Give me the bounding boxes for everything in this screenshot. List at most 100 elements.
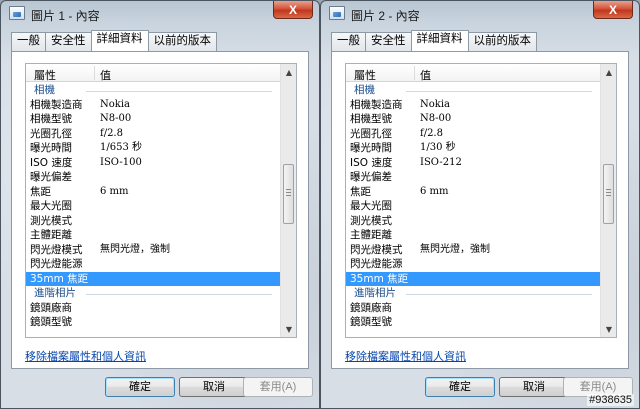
property-value: 無閃光燈，強制 — [420, 243, 490, 255]
property-row[interactable]: 曝光偏差 — [26, 170, 280, 185]
tab-details[interactable]: 詳細資料 — [90, 30, 149, 51]
column-header-property[interactable]: 屬性 — [34, 67, 56, 83]
properties-window-1: 圖片 1 - 內容 X 一般 安全性 詳細資料 以前的版本 屬性 值 相機相機製… — [0, 0, 320, 409]
property-list[interactable]: 屬性 值 相機相機製造商 Nokia 相機型號 N8-00 光圈孔徑 f/2.8 曝光時間 1… — [25, 63, 297, 338]
property-name: 鏡頭型號 — [350, 316, 392, 328]
tab-security[interactable]: 安全性 — [45, 32, 92, 51]
tab-previous-versions[interactable]: 以前的版本 — [147, 32, 217, 51]
title-bar[interactable]: 圖片 2 - 內容 X — [321, 1, 639, 27]
property-name: 閃光燈能源 — [30, 258, 83, 270]
scroll-down-arrow-icon[interactable]: ▼ — [281, 321, 296, 337]
list-header: 屬性 值 — [346, 64, 600, 82]
ok-button[interactable]: 確定 — [425, 377, 495, 397]
property-row[interactable]: 最大光圈 — [26, 199, 280, 214]
image-file-icon — [329, 6, 345, 20]
property-row[interactable]: ISO 速度 ISO-100 — [26, 156, 280, 171]
property-name: 35mm 焦距 — [30, 272, 89, 285]
property-row[interactable]: 最大光圈 — [346, 199, 600, 214]
property-name: 相機製造商 — [30, 98, 83, 111]
property-name: 閃光燈能源 — [350, 258, 403, 270]
property-row[interactable]: 鏡頭廠商 — [346, 301, 600, 316]
properties-window-2: 圖片 2 - 內容 X 一般 安全性 詳細資料 以前的版本 屬性 值 相機 相機製… — [320, 0, 640, 409]
property-row[interactable]: 相機型號 N8-00 — [26, 112, 280, 127]
close-button[interactable]: X — [593, 1, 633, 19]
property-row[interactable]: 鏡頭型號 — [26, 315, 280, 330]
property-rows: 相機相機製造商 Nokia 相機型號 N8-00 光圈孔徑 f/2.8 曝光時間 1/653 … — [26, 83, 280, 337]
property-name: 相機型號 — [30, 113, 72, 125]
property-row[interactable]: 焦距 6 mm — [26, 185, 280, 200]
property-row[interactable]: 主體距離 — [26, 228, 280, 243]
property-row[interactable]: 閃光燈模式 無閃光燈，強制 — [346, 243, 600, 258]
ok-button[interactable]: 確定 — [105, 377, 175, 397]
cancel-button[interactable]: 取消 — [499, 377, 569, 397]
scroll-thumb[interactable] — [603, 164, 614, 224]
vertical-scrollbar[interactable]: ▲ ▼ — [600, 64, 616, 337]
property-row[interactable]: 鏡頭廠商 — [26, 301, 280, 316]
property-name: 最大光圈 — [350, 200, 392, 212]
property-name: 焦距 — [350, 185, 371, 198]
property-list[interactable]: 屬性 值 相機 相機製造商 Nokia 相機型號 N8-00 光圈孔徑 f/2.8 曝光時間 1… — [345, 63, 617, 338]
column-header-value[interactable]: 值 — [100, 67, 111, 83]
scroll-up-arrow-icon[interactable]: ▲ — [281, 64, 296, 80]
property-group-header[interactable]: 進階相片 — [346, 286, 600, 301]
property-row[interactable]: 主體距離 — [346, 228, 600, 243]
window-title: 圖片 2 - 內容 — [351, 9, 420, 23]
tab-general[interactable]: 一般 — [331, 32, 366, 51]
column-header-property[interactable]: 屬性 — [354, 67, 376, 83]
property-row[interactable]: ISO 速度 ISO-212 — [346, 156, 600, 171]
vertical-scrollbar[interactable]: ▲ ▼ — [280, 64, 296, 337]
property-group-header[interactable]: 進階相片 — [26, 286, 280, 301]
property-name: 曝光偏差 — [350, 171, 392, 183]
property-name: 測光模式 — [350, 214, 392, 227]
remove-properties-link[interactable]: 移除檔案屬性和個人資訊 — [345, 348, 466, 364]
property-row[interactable]: 焦距 6 mm — [346, 185, 600, 200]
title-bar[interactable]: 圖片 1 - 內容 X — [1, 1, 319, 27]
property-row[interactable]: 相機製造商 Nokia — [346, 98, 600, 113]
scroll-thumb[interactable] — [283, 164, 294, 224]
property-value: ISO-100 — [100, 156, 142, 168]
property-row[interactable]: 測光模式 — [26, 214, 280, 229]
details-panel: 屬性 值 相機相機製造商 Nokia 相機型號 N8-00 光圈孔徑 f/2.8 曝光時間 1… — [11, 51, 309, 369]
scroll-up-arrow-icon[interactable]: ▲ — [601, 64, 616, 80]
property-name: 曝光偏差 — [30, 171, 72, 183]
property-row[interactable]: 35mm 焦距 — [26, 271, 280, 286]
property-group-header[interactable]: 相機 — [346, 83, 600, 98]
property-name: 閃光燈模式 — [350, 243, 403, 256]
property-name: 相機 — [34, 84, 55, 96]
scroll-down-arrow-icon[interactable]: ▼ — [601, 321, 616, 337]
tab-details[interactable]: 詳細資料 — [410, 30, 469, 51]
remove-properties-link[interactable]: 移除檔案屬性和個人資訊 — [25, 348, 146, 364]
property-name: 閃光燈模式 — [30, 243, 83, 256]
property-row[interactable]: 相機製造商 Nokia — [26, 98, 280, 113]
cancel-button[interactable]: 取消 — [179, 377, 249, 397]
tab-general[interactable]: 一般 — [11, 32, 46, 51]
property-row[interactable]: 曝光時間 1/30 秒 — [346, 141, 600, 156]
property-row[interactable]: 35mm 焦距 — [346, 271, 600, 286]
property-name: 曝光時間 — [30, 142, 72, 154]
property-name: 進階相片 — [354, 287, 396, 299]
property-name: 35mm 焦距 — [350, 272, 409, 285]
property-row[interactable]: 閃光燈能源 — [26, 257, 280, 272]
property-row[interactable]: 閃光燈能源 — [346, 257, 600, 272]
property-name: 測光模式 — [30, 214, 72, 227]
property-row[interactable]: 光圈孔徑 f/2.8 — [346, 127, 600, 142]
property-row[interactable]: 曝光偏差 — [346, 170, 600, 185]
property-row[interactable]: 曝光時間 1/653 秒 — [26, 141, 280, 156]
column-header-value[interactable]: 值 — [420, 67, 431, 83]
apply-button[interactable]: 套用(A) — [243, 377, 313, 397]
property-value: f/2.8 — [420, 127, 443, 139]
property-row[interactable]: 鏡頭型號 — [346, 315, 600, 330]
property-row[interactable]: 閃光燈模式 無閃光燈，強制 — [26, 243, 280, 258]
property-value: 6 mm — [100, 185, 129, 197]
property-value: 1/653 秒 — [100, 142, 142, 153]
tab-previous-versions[interactable]: 以前的版本 — [467, 32, 537, 51]
property-row[interactable]: 測光模式 — [346, 214, 600, 229]
property-name: 主體距離 — [350, 229, 392, 241]
property-name: 光圈孔徑 — [350, 127, 392, 140]
tab-security[interactable]: 安全性 — [365, 32, 412, 51]
window-title: 圖片 1 - 內容 — [31, 9, 100, 23]
property-row[interactable]: 光圈孔徑 f/2.8 — [26, 127, 280, 142]
property-group-header[interactable]: 相機 — [26, 83, 280, 98]
close-button[interactable]: X — [273, 1, 313, 19]
property-row[interactable]: 相機型號 N8-00 — [346, 112, 600, 127]
